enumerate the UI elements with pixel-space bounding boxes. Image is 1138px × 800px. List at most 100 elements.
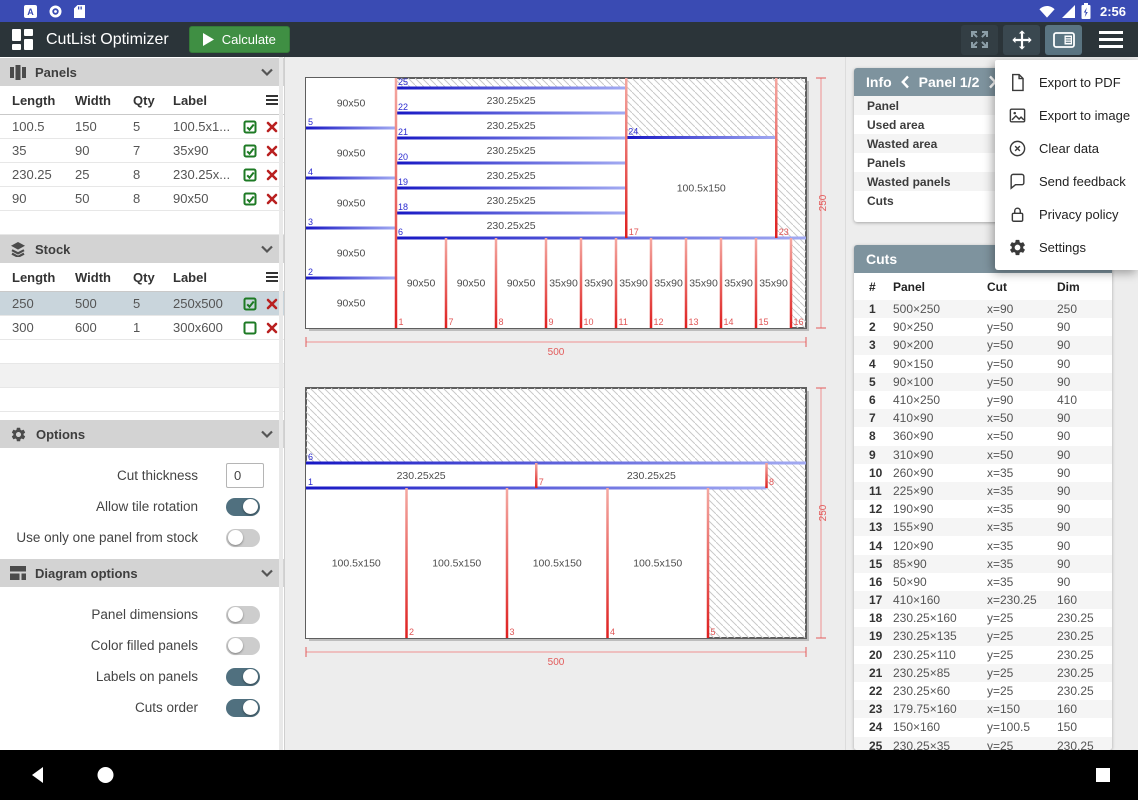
move-mode-button[interactable] bbox=[1003, 25, 1040, 55]
diagram-options-section-header[interactable]: Diagram options bbox=[0, 559, 284, 587]
cuts-title: Cuts bbox=[866, 251, 897, 267]
table-cell[interactable]: 90 bbox=[12, 191, 75, 206]
menu-item-settings[interactable]: Settings bbox=[995, 231, 1138, 264]
svg-text:90x50: 90x50 bbox=[337, 198, 366, 210]
table-cell[interactable]: 230.25x... bbox=[173, 167, 239, 182]
svg-text:230.25x25: 230.25x25 bbox=[487, 145, 536, 157]
menu-item-send-feedback[interactable]: Send feedback bbox=[995, 165, 1138, 198]
diagram-options-body: Panel dimensionsColor filled panelsLabel… bbox=[0, 587, 284, 729]
cuts-cell: 155×90 bbox=[893, 520, 987, 534]
checkbox-checked-icon[interactable] bbox=[239, 192, 261, 206]
cuts-cell: 230.25 bbox=[1057, 666, 1112, 680]
options-section-header[interactable]: Options bbox=[0, 420, 284, 448]
table-cell[interactable]: 8 bbox=[133, 167, 173, 182]
svg-text:17: 17 bbox=[629, 227, 639, 237]
table-cell[interactable]: 100.5 bbox=[12, 119, 75, 134]
table-row: 9050890x50 bbox=[0, 187, 284, 211]
toggle-labels-on-panels[interactable] bbox=[226, 668, 260, 686]
overflow-menu-button[interactable] bbox=[1099, 31, 1123, 48]
checkbox-checked-icon[interactable] bbox=[239, 144, 261, 158]
table-cell[interactable]: 35x90 bbox=[173, 143, 239, 158]
home-icon[interactable] bbox=[97, 767, 114, 784]
table-row: 100.51505100.5x1... bbox=[0, 115, 284, 139]
checkbox-checked-icon[interactable] bbox=[239, 120, 261, 134]
table-cell[interactable]: 250 bbox=[12, 296, 75, 311]
chevron-down-icon[interactable] bbox=[260, 430, 274, 439]
column-header: Length bbox=[12, 93, 75, 108]
panel-pager: Panel 1/2 bbox=[919, 74, 980, 90]
svg-text:19: 19 bbox=[398, 177, 408, 187]
fullscreen-button[interactable] bbox=[961, 25, 998, 55]
svg-text:8: 8 bbox=[769, 477, 774, 487]
toggle-panel-dimensions[interactable] bbox=[226, 606, 260, 624]
table-header-row: LengthWidthQtyLabel bbox=[0, 263, 284, 292]
table-cell[interactable]: 250x500 bbox=[173, 296, 239, 311]
table-cell[interactable]: 90x50 bbox=[173, 191, 239, 206]
one-panel-from-stock-label: Use only one panel from stock bbox=[0, 530, 198, 545]
column-header: Width bbox=[75, 270, 133, 285]
chevron-down-icon[interactable] bbox=[260, 245, 274, 254]
table-cell[interactable]: 230.25 bbox=[12, 167, 75, 182]
cuts-cell: 90 bbox=[1057, 557, 1112, 571]
table-cell[interactable]: 7 bbox=[133, 143, 173, 158]
cuts-cell: 10 bbox=[869, 466, 893, 480]
svg-text:8: 8 bbox=[499, 317, 504, 327]
svg-text:6: 6 bbox=[308, 452, 313, 462]
svg-text:100.5x150: 100.5x150 bbox=[332, 558, 381, 570]
svg-text:7: 7 bbox=[449, 317, 454, 327]
chevron-left-icon[interactable] bbox=[901, 75, 910, 89]
menu-item-clear-data[interactable]: Clear data bbox=[995, 132, 1138, 165]
toggle-color-filled-panels[interactable] bbox=[226, 637, 260, 655]
cuts-row: 22230.25×60y=25230.25 bbox=[854, 682, 1112, 700]
cuts-cell: 90 bbox=[1057, 484, 1112, 498]
cuts-cell: 410×160 bbox=[893, 593, 987, 607]
toggle-cuts-order[interactable] bbox=[226, 699, 260, 717]
cuts-cell: 50×90 bbox=[893, 575, 987, 589]
column-header: # bbox=[869, 280, 893, 294]
cuts-cell: y=25 bbox=[987, 629, 1057, 643]
table-cell[interactable]: 600 bbox=[75, 320, 133, 335]
cuts-cell: 230.25 bbox=[1057, 648, 1112, 662]
one-panel-from-stock-toggle[interactable] bbox=[226, 529, 260, 547]
cuts-cell: 24 bbox=[869, 720, 893, 734]
panels-section-header[interactable]: Panels bbox=[0, 58, 284, 86]
chevron-down-icon[interactable] bbox=[260, 569, 274, 578]
cuts-cell: 14 bbox=[869, 539, 893, 553]
allow-tile-rotation-toggle[interactable] bbox=[226, 498, 260, 516]
cut-thickness-input[interactable] bbox=[226, 463, 264, 488]
chevron-down-icon[interactable] bbox=[260, 68, 274, 77]
table-cell[interactable]: 90 bbox=[75, 143, 133, 158]
table-cell[interactable]: 25 bbox=[75, 167, 133, 182]
fullscreen-icon bbox=[969, 29, 990, 50]
back-icon[interactable] bbox=[30, 766, 45, 784]
table-cell[interactable]: 500 bbox=[75, 296, 133, 311]
table-cell[interactable]: 5 bbox=[133, 296, 173, 311]
menu-item-export-to-pdf[interactable]: Export to PDF bbox=[995, 66, 1138, 99]
calculate-button[interactable]: Calculate bbox=[189, 26, 290, 53]
table-cell[interactable]: 100.5x1... bbox=[173, 119, 239, 134]
checkbox-checked-icon[interactable] bbox=[239, 168, 261, 182]
svg-text:4: 4 bbox=[610, 627, 615, 637]
table-cell[interactable]: 300x600 bbox=[173, 320, 239, 335]
menu-item-privacy-policy[interactable]: Privacy policy bbox=[995, 198, 1138, 231]
svg-text:6: 6 bbox=[398, 227, 403, 237]
svg-text:35x90: 35x90 bbox=[759, 278, 788, 290]
recents-icon[interactable] bbox=[1096, 768, 1110, 782]
table-cell[interactable]: 8 bbox=[133, 191, 173, 206]
table-cell[interactable]: 35 bbox=[12, 143, 75, 158]
sidebar-scrollbar[interactable] bbox=[279, 57, 283, 750]
side-panel-toggle-button[interactable] bbox=[1045, 25, 1082, 55]
table-cell[interactable]: 300 bbox=[12, 320, 75, 335]
table-cell[interactable]: 1 bbox=[133, 320, 173, 335]
pdf-file-icon bbox=[1008, 73, 1028, 93]
checkbox-checked-icon[interactable] bbox=[239, 297, 261, 311]
table-cell[interactable]: 5 bbox=[133, 119, 173, 134]
app-toolbar: CutList Optimizer Calculate bbox=[0, 22, 1138, 57]
checkbox-unchecked-icon[interactable] bbox=[239, 321, 261, 335]
table-cell[interactable]: 150 bbox=[75, 119, 133, 134]
cuts-cell: 15 bbox=[869, 557, 893, 571]
table-cell[interactable]: 50 bbox=[75, 191, 133, 206]
move-icon bbox=[1011, 29, 1033, 51]
stock-section-header[interactable]: Stock bbox=[0, 235, 284, 263]
menu-item-export-to-image[interactable]: Export to image bbox=[995, 99, 1138, 132]
